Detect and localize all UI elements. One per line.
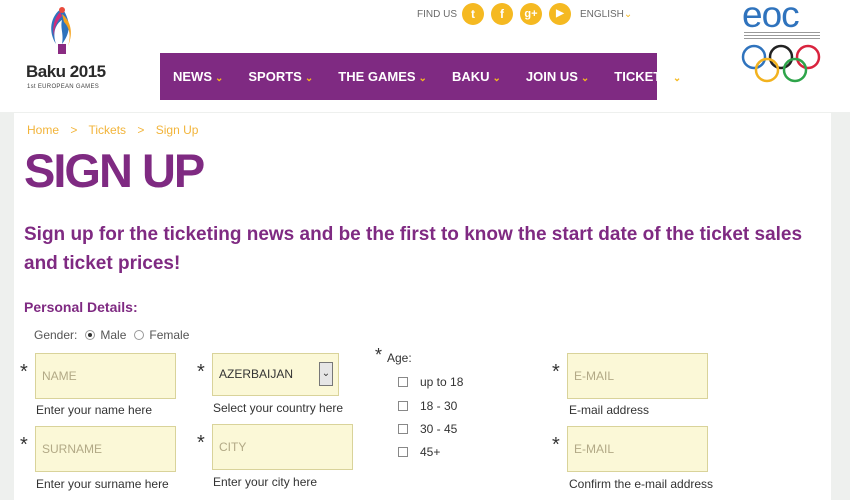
email-field[interactable]: E-MAIL [567,353,708,399]
chevron-down-icon: ⌄ [672,73,682,84]
age-checkbox[interactable] [398,447,408,457]
chevron-down-icon: ⌄ [623,9,633,20]
logo-name: Baku 2015 [26,62,106,81]
city-hint: Enter your city here [213,475,318,489]
required-marker: * [197,432,205,454]
breadcrumb-separator: > [137,123,145,137]
breadcrumb: Home > Tickets > Sign Up [27,123,206,137]
age-label: Age: [387,351,412,365]
baku-2015-logo[interactable]: Baku 2015 1st EUROPEAN GAMES [26,4,116,100]
section-heading: Personal Details: [24,299,138,315]
main-nav: NEWS ⌄ SPORTS ⌄ THE GAMES ⌄ BAKU ⌄ JOIN US ⌄ … [160,53,681,100]
name-field[interactable]: NAME [35,353,176,399]
city-field[interactable]: CITY [212,424,353,470]
flame-logo-icon [51,7,71,54]
nav-item-join-us[interactable]: JOIN US ⌄ [513,69,601,84]
surname-field[interactable]: SURNAME [35,426,176,472]
olympic-rings-icon [741,44,821,83]
gender-group: Gender: Male Female [34,328,189,342]
nav-item-tickets[interactable]: TICKETS ⌄ [601,69,693,84]
nav-item-news[interactable]: NEWS ⌄ [160,69,235,84]
age-checkbox[interactable] [398,377,408,387]
language-label: ENGLISH [580,9,624,20]
age-option-label: up to 18 [420,375,464,389]
nav-item-label: THE GAMES [338,69,416,84]
eoc-logo[interactable]: eoc [740,0,830,90]
required-marker: * [552,434,560,456]
age-option-45-plus[interactable]: 45+ [398,445,440,459]
gender-female-label: Female [149,328,190,342]
email-hint: E-mail address [569,403,650,417]
chevron-down-icon: ⌄ [492,73,501,84]
twitter-icon[interactable]: t [462,3,484,25]
nav-item-label: BAKU [451,69,490,84]
site-header: Baku 2015 1st EUROPEAN GAMES FIND US t f… [0,0,850,112]
required-marker: * [552,361,560,383]
country-select-value: AZERBAIJAN [219,367,294,381]
eoc-logo-text: eoc [742,0,800,35]
chevron-down-icon: ⌄ [215,73,224,84]
name-hint: Enter your name here [36,403,153,417]
surname-hint: Enter your surname here [36,477,169,491]
eoc-tagline-lines [744,32,820,42]
gender-male-radio[interactable] [85,330,96,340]
nav-item-label: JOIN US [525,69,578,84]
email-confirm-field[interactable]: E-MAIL [567,426,708,472]
find-us-label: FIND US [417,9,457,20]
country-hint: Select your country here [213,401,344,415]
main-content: Home > Tickets > Sign Up SIGN UP Sign up… [14,113,831,500]
chevron-down-icon: ⌄ [418,73,427,84]
required-marker: * [20,434,28,456]
nav-item-the-games[interactable]: THE GAMES ⌄ [325,69,439,84]
chevron-down-icon[interactable]: ⌄ [319,362,333,386]
age-option-30-45[interactable]: 30 - 45 [398,422,457,436]
breadcrumb-separator: > [70,123,78,137]
nav-item-label: NEWS [173,69,212,84]
page-title: SIGN UP [24,144,205,197]
country-select[interactable]: AZERBAIJAN ⌄ [212,353,339,396]
logo-subtitle: 1st EUROPEAN GAMES [27,84,100,90]
age-option-18-30[interactable]: 18 - 30 [398,399,457,413]
breadcrumb-current: Sign Up [155,123,199,137]
nav-item-sports[interactable]: SPORTS ⌄ [235,69,325,84]
age-option-label: 45+ [420,445,441,459]
facebook-icon[interactable]: f [491,3,513,25]
required-marker: * [197,361,205,383]
nav-item-label: SPORTS [248,69,302,84]
age-option-up-to-18[interactable]: up to 18 [398,375,463,389]
breadcrumb-tickets-link[interactable]: Tickets [89,123,127,137]
page-lead-text: Sign up for the ticketing news and be th… [24,224,803,274]
email-confirm-hint: Confirm the e-mail address [569,477,714,491]
breadcrumb-home-link[interactable]: Home [27,123,59,137]
age-option-label: 18 - 30 [420,399,458,413]
nav-item-label: TICKETS [614,69,670,84]
language-selector[interactable]: ENGLISH⌄ [580,9,632,20]
gender-male-label: Male [100,328,127,342]
gender-female-radio[interactable] [134,330,145,340]
gender-label: Gender: [34,328,78,342]
required-marker: * [20,361,28,383]
age-option-label: 30 - 45 [420,422,458,436]
youtube-icon[interactable]: ▶ [549,3,571,25]
nav-item-baku[interactable]: BAKU ⌄ [439,69,513,84]
chevron-down-icon: ⌄ [304,73,314,84]
chevron-down-icon: ⌄ [580,73,590,84]
required-marker: * [375,345,383,365]
age-checkbox[interactable] [398,401,408,411]
age-checkbox[interactable] [398,424,408,434]
google-plus-icon[interactable]: g+ [520,3,542,25]
